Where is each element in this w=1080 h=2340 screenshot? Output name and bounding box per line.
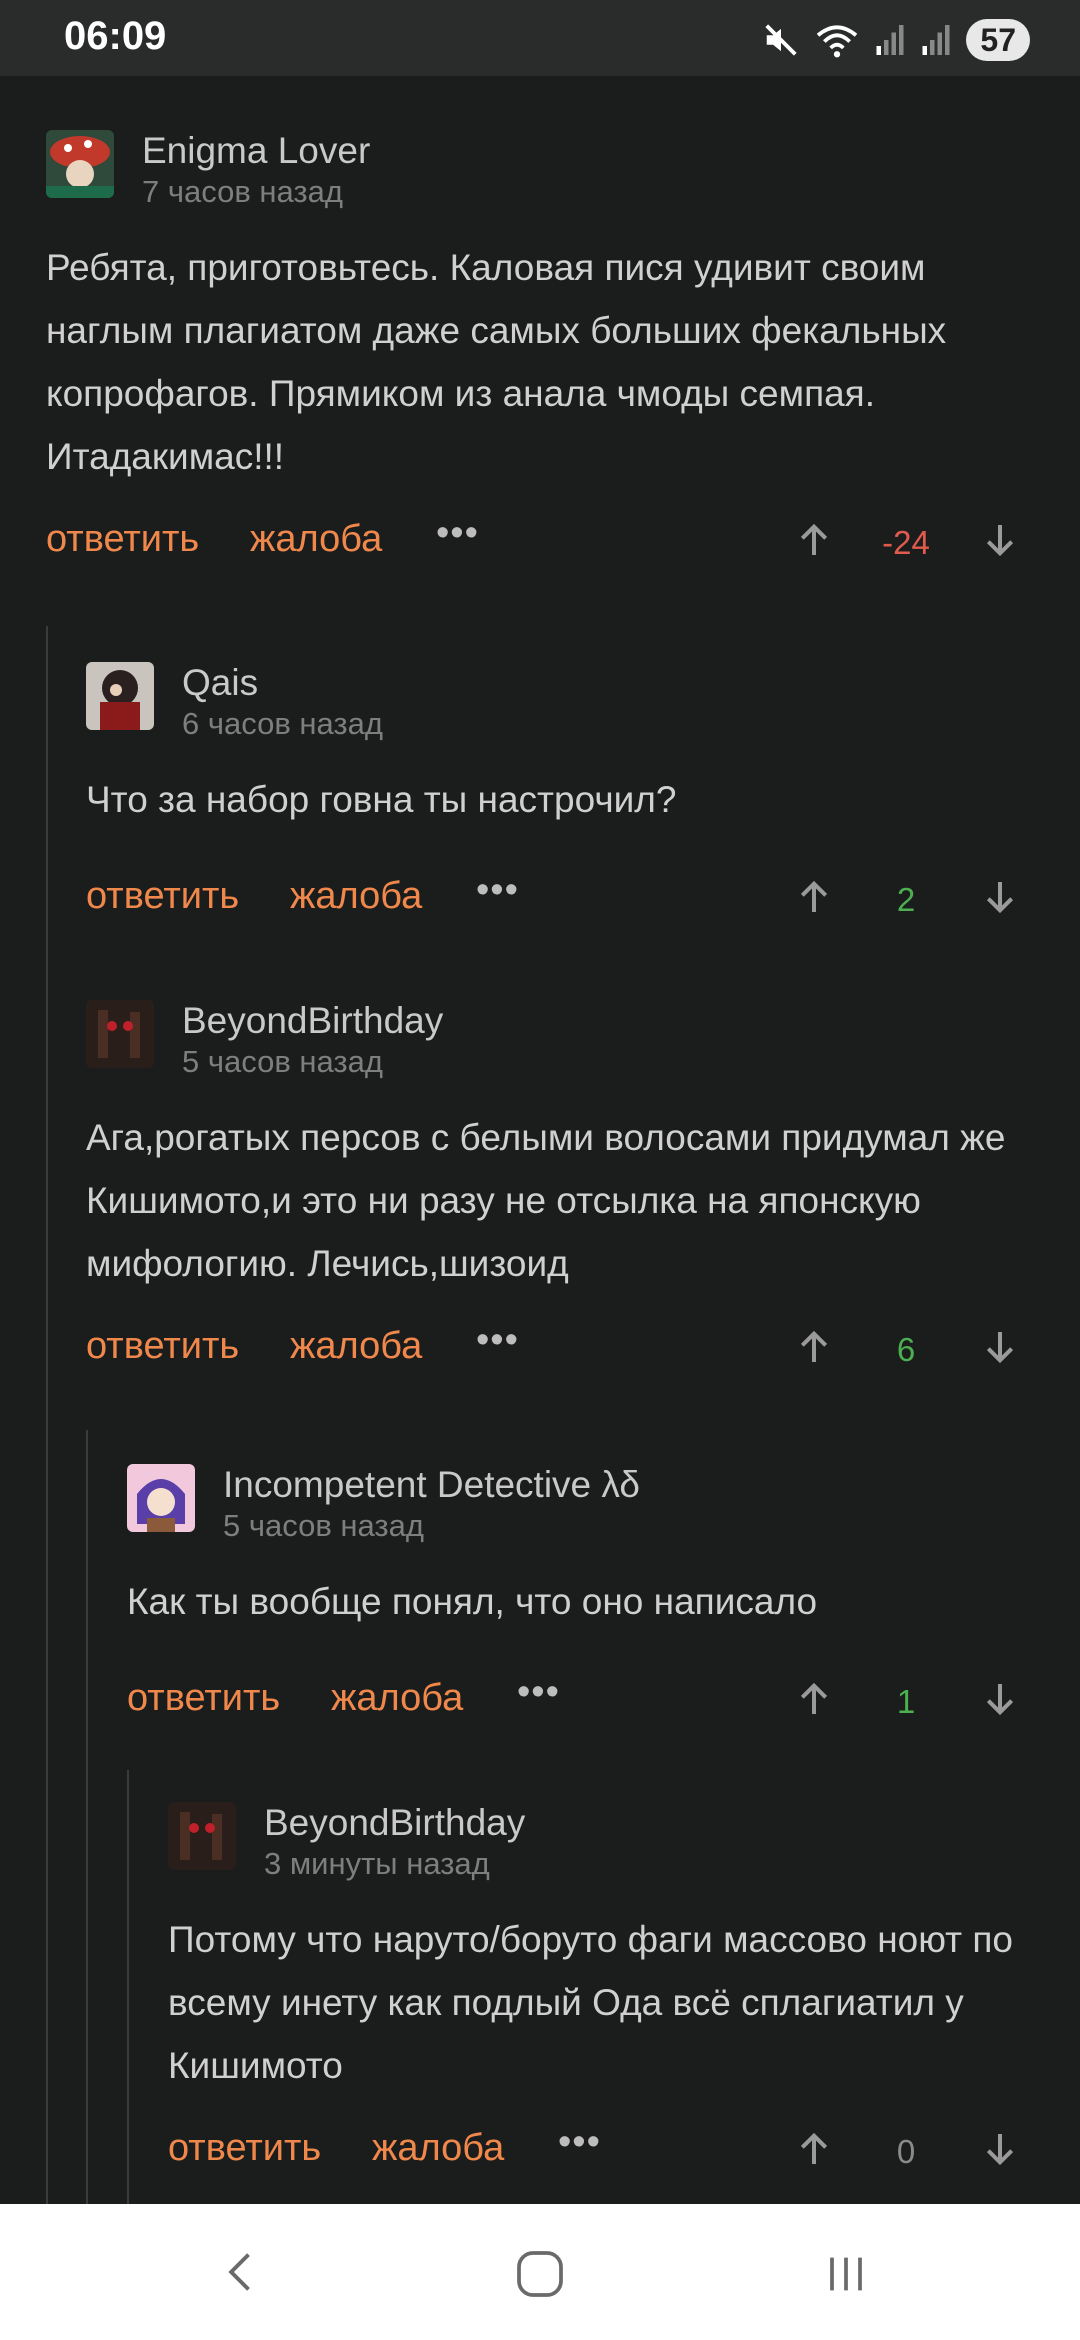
comment-header: BeyondBirthday 5 часов назад bbox=[86, 1000, 1046, 1079]
back-icon[interactable] bbox=[216, 2246, 268, 2298]
downvote-icon[interactable] bbox=[980, 2127, 1020, 2171]
recents-icon[interactable] bbox=[818, 2246, 874, 2302]
comment-text: Как ты вообще понял, что оно написало bbox=[127, 1581, 818, 1622]
status-icons: 57 bbox=[762, 18, 1030, 62]
comment-text: Ребята, приготовьтесь. Каловая пися удив… bbox=[46, 247, 947, 477]
comments-section: Enigma Lover 7 часов назад Ребята, приго… bbox=[0, 76, 1080, 2204]
avatar[interactable] bbox=[168, 1802, 236, 1870]
reply-button[interactable]: ответить bbox=[168, 2127, 321, 2170]
comment-header: Enigma Lover 7 часов назад bbox=[46, 130, 1046, 209]
upvote-icon[interactable] bbox=[794, 1677, 834, 1721]
vote-score: 6 bbox=[896, 1331, 916, 1368]
status-bar: 06:09 57 bbox=[0, 0, 1080, 76]
status-time: 06:09 bbox=[64, 14, 167, 58]
reply-button[interactable]: ответить bbox=[86, 875, 239, 918]
comment-actions: ответить жалоба ••• 1 bbox=[127, 1671, 1046, 1737]
report-button[interactable]: жалоба bbox=[290, 875, 422, 918]
report-button[interactable]: жалоба bbox=[331, 1677, 463, 1720]
downvote-icon[interactable] bbox=[980, 1325, 1020, 1369]
username[interactable]: BeyondBirthday bbox=[264, 1802, 525, 1844]
comment-time: 3 минуты назад bbox=[264, 1846, 490, 1881]
upvote-icon[interactable] bbox=[794, 1325, 834, 1369]
upvote-icon[interactable] bbox=[794, 518, 834, 562]
username[interactable]: Enigma Lover bbox=[142, 130, 370, 172]
comment-header: BeyondBirthday 3 минуты назад bbox=[168, 1802, 1046, 1881]
vote-score: 0 bbox=[896, 2133, 916, 2170]
vote-score: 2 bbox=[896, 881, 916, 918]
comment: BeyondBirthday 3 минуты назад Потому что… bbox=[168, 1802, 1046, 2187]
more-options-icon[interactable]: ••• bbox=[558, 2121, 601, 2164]
vote-score: 1 bbox=[896, 1683, 916, 1720]
comment-text: Что за набор говна ты настрочил? bbox=[86, 779, 677, 820]
comment-time: 5 часов назад bbox=[223, 1508, 424, 1543]
reply-button[interactable]: ответить bbox=[46, 518, 199, 561]
reply-button[interactable]: ответить bbox=[127, 1677, 280, 1720]
comment: Enigma Lover 7 часов назад Ребята, приго… bbox=[46, 130, 1046, 578]
reply-button[interactable]: ответить bbox=[86, 1325, 239, 1368]
comment-actions: ответить жалоба ••• 0 bbox=[168, 2121, 1046, 2187]
username[interactable]: Qais bbox=[182, 662, 258, 704]
signal-icon-2 bbox=[922, 25, 950, 55]
more-options-icon[interactable]: ••• bbox=[476, 869, 519, 912]
downvote-icon[interactable] bbox=[980, 1677, 1020, 1721]
battery-indicator: 57 bbox=[966, 19, 1030, 61]
avatar[interactable] bbox=[86, 662, 154, 730]
upvote-icon[interactable] bbox=[794, 2127, 834, 2171]
report-button[interactable]: жалоба bbox=[372, 2127, 504, 2170]
signal-icon bbox=[876, 25, 904, 55]
mute-icon bbox=[765, 24, 797, 56]
username[interactable]: Incompetent Detective λδ bbox=[223, 1464, 640, 1506]
comment-actions: ответить жалоба ••• 2 bbox=[86, 869, 1046, 935]
downvote-icon[interactable] bbox=[980, 518, 1020, 562]
home-icon[interactable] bbox=[512, 2246, 568, 2302]
comment: Incompetent Detective λδ 5 часов назад К… bbox=[127, 1464, 1046, 1737]
report-button[interactable]: жалоба bbox=[250, 518, 382, 561]
report-button[interactable]: жалоба bbox=[290, 1325, 422, 1368]
more-options-icon[interactable]: ••• bbox=[517, 1671, 560, 1714]
username[interactable]: BeyondBirthday bbox=[182, 1000, 443, 1042]
comment-header: Qais 6 часов назад bbox=[86, 662, 1046, 741]
comment-header: Incompetent Detective λδ 5 часов назад bbox=[127, 1464, 1046, 1543]
thread-line bbox=[127, 1770, 129, 2204]
comment-time: 5 часов назад bbox=[182, 1044, 383, 1079]
upvote-icon[interactable] bbox=[794, 875, 834, 919]
comment-text: Потому что наруто/боруто фаги массово но… bbox=[168, 1919, 1014, 2086]
thread-line bbox=[86, 1430, 88, 2204]
vote-score: -24 bbox=[882, 524, 930, 561]
more-options-icon[interactable]: ••• bbox=[436, 512, 479, 555]
thread-line bbox=[46, 626, 48, 2204]
comment-time: 6 часов назад bbox=[182, 706, 383, 741]
avatar[interactable] bbox=[46, 130, 114, 198]
comment: Qais 6 часов назад Что за набор говна ты… bbox=[86, 662, 1046, 935]
comment-text: Ага,рогатых персов с белыми волосами при… bbox=[86, 1117, 1006, 1284]
avatar[interactable] bbox=[127, 1464, 195, 1532]
comment-actions: ответить жалоба ••• 6 bbox=[86, 1319, 1046, 1385]
comment: BeyondBirthday 5 часов назад Ага,рогатых… bbox=[86, 1000, 1046, 1385]
wifi-icon bbox=[817, 25, 858, 58]
downvote-icon[interactable] bbox=[980, 875, 1020, 919]
comment-actions: ответить жалоба ••• -24 bbox=[46, 512, 1046, 578]
more-options-icon[interactable]: ••• bbox=[476, 1319, 519, 1362]
comment-time: 7 часов назад bbox=[142, 174, 343, 209]
navigation-bar bbox=[0, 2204, 1080, 2340]
avatar[interactable] bbox=[86, 1000, 154, 1068]
